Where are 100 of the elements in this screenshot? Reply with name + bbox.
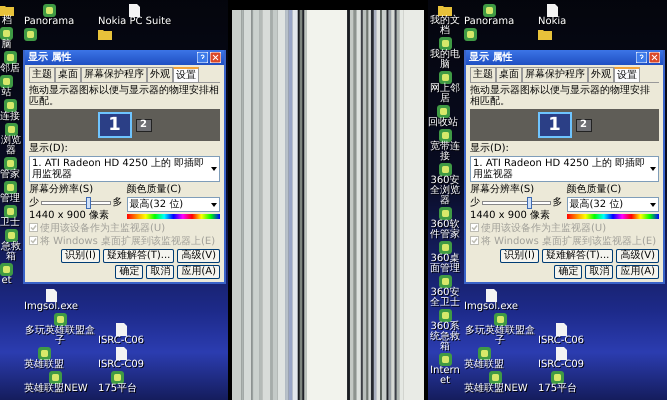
app-icon[interactable] — [4, 99, 16, 112]
app-icon[interactable] — [478, 347, 490, 360]
document-icon[interactable] — [116, 323, 127, 336]
folder-icon[interactable] — [98, 28, 112, 40]
dialog-button[interactable]: 识别(I) — [500, 249, 539, 263]
color-quality-label: 颜色质量(C) — [126, 184, 182, 195]
app-icon[interactable] — [551, 371, 564, 384]
app-icon[interactable] — [38, 347, 50, 360]
icon-label: 英雄联盟NEW — [464, 384, 528, 394]
app-icon[interactable] — [494, 313, 506, 326]
display-dropdown[interactable]: 1. ATI Radeon HD 4250 上的 即插即用监视器 — [470, 156, 659, 182]
app-icon[interactable] — [438, 37, 452, 50]
app-icon[interactable] — [464, 28, 477, 41]
app-icon[interactable] — [4, 205, 16, 218]
app-icon[interactable] — [4, 157, 16, 170]
app-icon[interactable] — [0, 263, 13, 276]
document-icon[interactable] — [129, 4, 140, 17]
app-icon[interactable] — [438, 163, 452, 176]
dialog-button[interactable]: 疑难解答(T)... — [542, 249, 614, 263]
monitor-tile[interactable]: 1 — [98, 112, 132, 138]
app-icon[interactable] — [489, 371, 502, 384]
tab[interactable]: 屏幕保护程序 — [81, 67, 147, 82]
tab[interactable]: 主题 — [29, 67, 55, 82]
icon-label: 360安全卫士 — [429, 288, 461, 308]
app-icon[interactable] — [111, 371, 124, 384]
tab[interactable]: 屏幕保护程序 — [522, 67, 588, 82]
dialog-button[interactable]: 高级(V) — [177, 249, 220, 263]
icon-label: 急救箱 — [0, 242, 22, 262]
tab[interactable]: 设置 — [614, 67, 640, 82]
icon-label: 我的电脑 — [429, 50, 461, 70]
app-icon[interactable] — [4, 51, 16, 64]
icon-label: 360安全浏览器 — [429, 176, 461, 206]
color-quality-dropdown[interactable]: 最高(32 位) — [566, 197, 659, 212]
tab[interactable]: 外观 — [588, 67, 614, 82]
app-icon[interactable] — [24, 28, 37, 41]
tab[interactable]: 主题 — [470, 67, 496, 82]
document-icon[interactable] — [556, 347, 567, 360]
monitor-tile[interactable]: 2 — [136, 118, 152, 132]
app-icon[interactable] — [54, 313, 66, 326]
app-icon[interactable] — [438, 309, 452, 322]
monitor-tile[interactable]: 2 — [576, 118, 592, 132]
icon-label: Imgsol.exe — [464, 302, 518, 312]
app-icon[interactable] — [482, 4, 496, 17]
color-quality-dropdown[interactable]: 最高(32 位) — [126, 197, 220, 212]
slider-thumb[interactable] — [526, 196, 532, 208]
caret-icon — [211, 202, 217, 206]
slider-min-label: 少 — [470, 197, 480, 208]
folder-icon[interactable] — [538, 28, 552, 40]
dialog-button[interactable]: 疑难解答(T)... — [102, 249, 174, 263]
app-icon[interactable] — [438, 71, 452, 84]
tab[interactable]: 桌面 — [496, 67, 522, 82]
icon-label: 管家 — [0, 170, 20, 180]
tab[interactable]: 外观 — [147, 67, 173, 82]
icon-label: Imgsol.exe — [24, 302, 78, 312]
dialog-button[interactable]: 确定 — [554, 265, 582, 279]
dialog-button[interactable]: 取消 — [585, 265, 614, 279]
icon-label: 英雄联盟NEW — [24, 384, 88, 394]
slider-thumb[interactable] — [86, 196, 92, 208]
document-icon[interactable] — [546, 4, 558, 17]
icon-label: 175平台 — [98, 384, 138, 394]
icon-label: 多玩英雄联盟盒子 — [24, 326, 96, 346]
app-icon[interactable] — [4, 229, 18, 242]
app-icon[interactable] — [438, 129, 452, 142]
tab[interactable]: 桌面 — [55, 67, 81, 82]
dialog-button[interactable]: 取消 — [146, 265, 174, 279]
app-icon[interactable] — [4, 181, 16, 194]
resolution-reading: 1440 x 900 像素 — [29, 210, 110, 221]
dialog-button[interactable]: 识别(I) — [61, 249, 100, 263]
document-icon[interactable] — [46, 289, 57, 302]
color-quality-label: 颜色质量(C) — [566, 184, 622, 195]
folder-icon[interactable] — [0, 4, 14, 16]
app-icon[interactable] — [438, 241, 452, 254]
display-dropdown[interactable]: 1. ATI Radeon HD 4250 上的 即插即用监视器 — [29, 156, 220, 182]
instruction-text: 拖动显示器图标以便与显示器的物理安排相匹配。 — [29, 85, 220, 107]
help-icon[interactable] — [636, 52, 647, 63]
app-icon[interactable] — [438, 207, 452, 220]
app-icon[interactable] — [49, 371, 62, 384]
document-icon[interactable] — [116, 347, 127, 360]
icon-label: 连接 — [0, 112, 20, 122]
document-icon[interactable] — [556, 323, 567, 336]
app-icon[interactable] — [4, 123, 18, 136]
app-icon[interactable] — [0, 27, 13, 40]
app-icon[interactable] — [436, 105, 450, 118]
icon-label: 360软件管家 — [429, 220, 461, 240]
close-icon[interactable] — [649, 52, 660, 63]
document-icon[interactable] — [486, 289, 497, 302]
window-title: 显示 属性 — [28, 52, 72, 63]
dialog-button[interactable]: 高级(V) — [616, 249, 659, 263]
dialog-button[interactable]: 应用(A) — [616, 265, 659, 279]
app-icon[interactable] — [438, 275, 452, 288]
monitor-tile[interactable]: 1 — [538, 112, 572, 138]
close-icon[interactable] — [210, 52, 221, 63]
tab[interactable]: 设置 — [173, 67, 199, 82]
app-icon[interactable] — [42, 4, 56, 17]
dialog-button[interactable]: 应用(A) — [177, 265, 220, 279]
app-icon[interactable] — [438, 353, 452, 366]
dialog-button[interactable]: 确定 — [115, 265, 144, 279]
help-icon[interactable] — [197, 52, 208, 63]
folder-icon[interactable] — [438, 4, 452, 16]
app-icon[interactable] — [0, 75, 13, 88]
